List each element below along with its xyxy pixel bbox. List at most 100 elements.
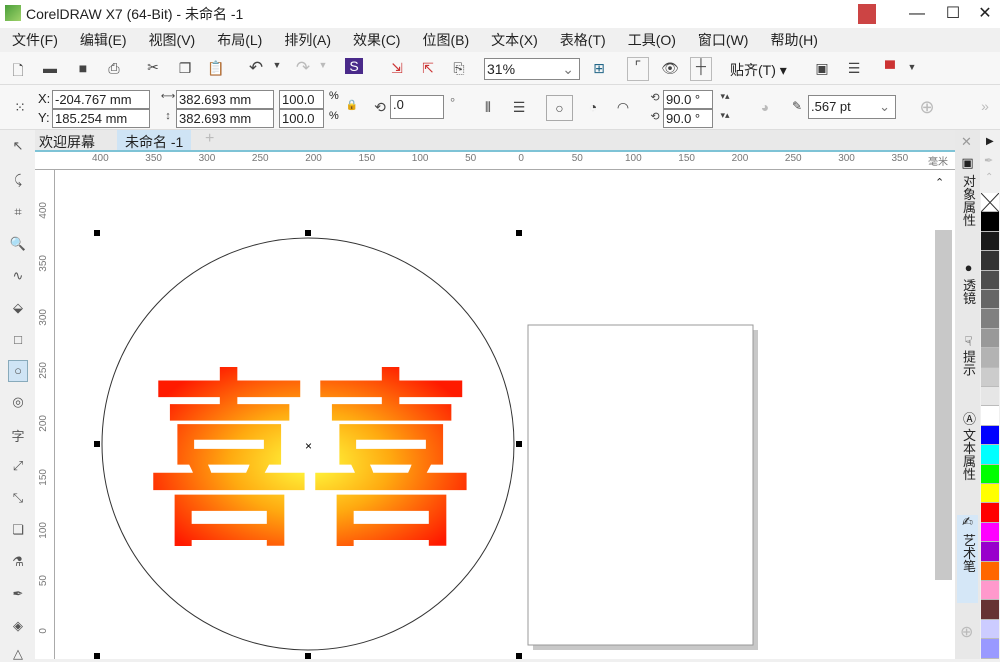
- color-swatch[interactable]: [981, 522, 999, 543]
- lock-ratio-icon[interactable]: 🔒: [342, 100, 362, 111]
- polygon-tool-icon[interactable]: ◎: [8, 394, 28, 410]
- show-grid-icon[interactable]: 👁: [660, 60, 680, 77]
- ellipse-mode-icon[interactable]: ○: [546, 95, 573, 121]
- color-swatch[interactable]: [981, 309, 999, 329]
- open-icon[interactable]: ▬: [40, 60, 60, 76]
- color-swatch[interactable]: [981, 290, 999, 310]
- scroll-up-icon[interactable]: ⌃: [935, 176, 944, 189]
- menu-help[interactable]: 帮助(H): [770, 28, 817, 52]
- application-launcher-icon[interactable]: ▀: [880, 60, 900, 76]
- end-angle-input[interactable]: 90.0 °: [663, 109, 713, 128]
- menu-table[interactable]: 表格(T): [560, 28, 606, 52]
- color-swatch[interactable]: [981, 503, 999, 523]
- scale-y-input[interactable]: 100.0: [279, 109, 324, 128]
- corel-connect-icon[interactable]: S: [345, 58, 363, 74]
- connector-tool-icon[interactable]: ⤡: [8, 490, 28, 506]
- drop-shadow-tool-icon[interactable]: ❏: [8, 522, 28, 538]
- color-swatch[interactable]: [981, 542, 999, 562]
- show-rulers-icon[interactable]: ⌜: [627, 57, 649, 81]
- smart-fill-tool-icon[interactable]: ⬙: [8, 300, 28, 316]
- overflow-chevron-icon[interactable]: »: [975, 98, 995, 114]
- color-swatch[interactable]: [981, 231, 999, 252]
- rotation-input[interactable]: .0: [390, 95, 444, 119]
- change-direction-icon[interactable]: ◕: [755, 99, 775, 115]
- user-avatar-icon[interactable]: [858, 4, 876, 24]
- color-swatch[interactable]: [981, 600, 999, 620]
- crop-tool-icon[interactable]: ⌗: [8, 204, 28, 220]
- vertical-scrollbar[interactable]: [935, 230, 952, 580]
- docker-tab-artistic-media[interactable]: ✍ 艺术笔: [957, 515, 978, 603]
- docker-tab-object-properties[interactable]: ▣ 对象属性: [957, 156, 978, 227]
- double-happiness-text[interactable]: 喜喜: [148, 358, 472, 568]
- selection-handle[interactable]: [94, 653, 100, 659]
- eyedropper-icon[interactable]: ✒: [984, 154, 993, 167]
- scale-x-input[interactable]: 100.0: [279, 90, 324, 109]
- docker-tab-hints[interactable]: ☞ 提示: [957, 335, 978, 376]
- undo-dropdown-icon[interactable]: ▼: [267, 60, 287, 70]
- outline-width-select[interactable]: .567 pt ⌄: [808, 95, 896, 119]
- selection-handle[interactable]: [94, 230, 100, 236]
- redo-dropdown-icon[interactable]: ▼: [313, 60, 333, 70]
- menu-arrange[interactable]: 排列(A): [284, 28, 331, 52]
- arc-mode-icon[interactable]: ◠: [613, 99, 633, 116]
- add-icon[interactable]: ⊕: [917, 97, 937, 118]
- palette-menu-icon[interactable]: ▶: [986, 136, 994, 147]
- print-icon[interactable]: ⎙: [104, 60, 124, 77]
- close-button[interactable]: ✕: [970, 2, 1000, 26]
- publish-pdf-icon[interactable]: ⎘: [449, 60, 469, 77]
- rectangle-tool-icon[interactable]: □: [8, 332, 28, 347]
- color-swatch[interactable]: [981, 639, 999, 659]
- close-docker-icon[interactable]: ✕: [961, 134, 972, 150]
- color-swatch[interactable]: [981, 367, 999, 387]
- tab-untitled-1[interactable]: 未命名 -1: [117, 130, 192, 150]
- export-icon[interactable]: ⇱: [418, 60, 438, 77]
- menu-edit[interactable]: 编辑(E): [80, 28, 127, 52]
- color-swatch[interactable]: [981, 328, 999, 349]
- drawing-canvas[interactable]: 喜喜 × ⌃: [55, 170, 955, 659]
- shape-tool-icon[interactable]: ⤹: [8, 172, 28, 188]
- pick-tool-icon[interactable]: ↖: [8, 138, 28, 154]
- transparency-tool-icon[interactable]: ⚗: [8, 554, 28, 570]
- menu-layout[interactable]: 布局(L): [217, 28, 262, 52]
- color-swatch[interactable]: [981, 445, 999, 465]
- x-position-input[interactable]: -204.767 mm: [52, 90, 150, 109]
- start-angle-spinner[interactable]: ▾▴: [713, 91, 737, 102]
- docker-tab-text-properties[interactable]: Ⓐ 文本属性: [957, 412, 978, 481]
- selection-handle[interactable]: [516, 653, 522, 659]
- undo-icon[interactable]: ↶: [246, 58, 266, 78]
- full-screen-preview-icon[interactable]: ⊞: [589, 60, 609, 77]
- mirror-horizontal-icon[interactable]: ⫴: [478, 99, 498, 116]
- color-swatch[interactable]: [981, 270, 999, 290]
- redo-icon[interactable]: ↷: [293, 58, 313, 78]
- no-color-swatch[interactable]: [980, 192, 1000, 213]
- y-position-input[interactable]: 185.254 mm: [52, 109, 150, 128]
- cut-icon[interactable]: ✂: [143, 59, 163, 76]
- save-icon[interactable]: ■: [73, 60, 93, 76]
- menu-bitmaps[interactable]: 位图(B): [422, 28, 469, 52]
- mirror-vertical-icon[interactable]: ☰: [509, 99, 529, 116]
- minimize-button[interactable]: —: [902, 2, 932, 26]
- color-swatch[interactable]: [981, 387, 999, 407]
- menu-text[interactable]: 文本(X): [491, 28, 538, 52]
- selection-handle[interactable]: [94, 441, 100, 447]
- dimension-tool-icon[interactable]: ⤢: [8, 458, 28, 474]
- color-swatch[interactable]: [981, 581, 999, 601]
- selection-handle[interactable]: [516, 441, 522, 447]
- menu-file[interactable]: 文件(F): [12, 28, 58, 52]
- color-swatch[interactable]: [981, 425, 999, 446]
- menu-tools[interactable]: 工具(O): [628, 28, 676, 52]
- tab-welcome-screen[interactable]: 欢迎屏幕: [39, 132, 95, 152]
- interactive-fill-tool-icon[interactable]: ◈: [8, 618, 28, 634]
- copy-icon[interactable]: ❐: [175, 60, 195, 77]
- color-swatch[interactable]: [981, 212, 999, 232]
- scroll-up-icon[interactable]: ⌃: [985, 172, 993, 183]
- zoom-level-select[interactable]: 31% ⌄: [484, 58, 580, 80]
- import-icon[interactable]: ⇲: [387, 60, 407, 77]
- menu-window[interactable]: 窗口(W): [698, 28, 749, 52]
- snap-to-dropdown[interactable]: 贴齐(T) ▾: [730, 60, 787, 80]
- zoom-tool-icon[interactable]: 🔍: [8, 236, 28, 252]
- selection-handle[interactable]: [516, 230, 522, 236]
- selection-handle[interactable]: [305, 653, 311, 659]
- menu-effects[interactable]: 效果(C): [353, 28, 400, 52]
- selection-handle[interactable]: [305, 230, 311, 236]
